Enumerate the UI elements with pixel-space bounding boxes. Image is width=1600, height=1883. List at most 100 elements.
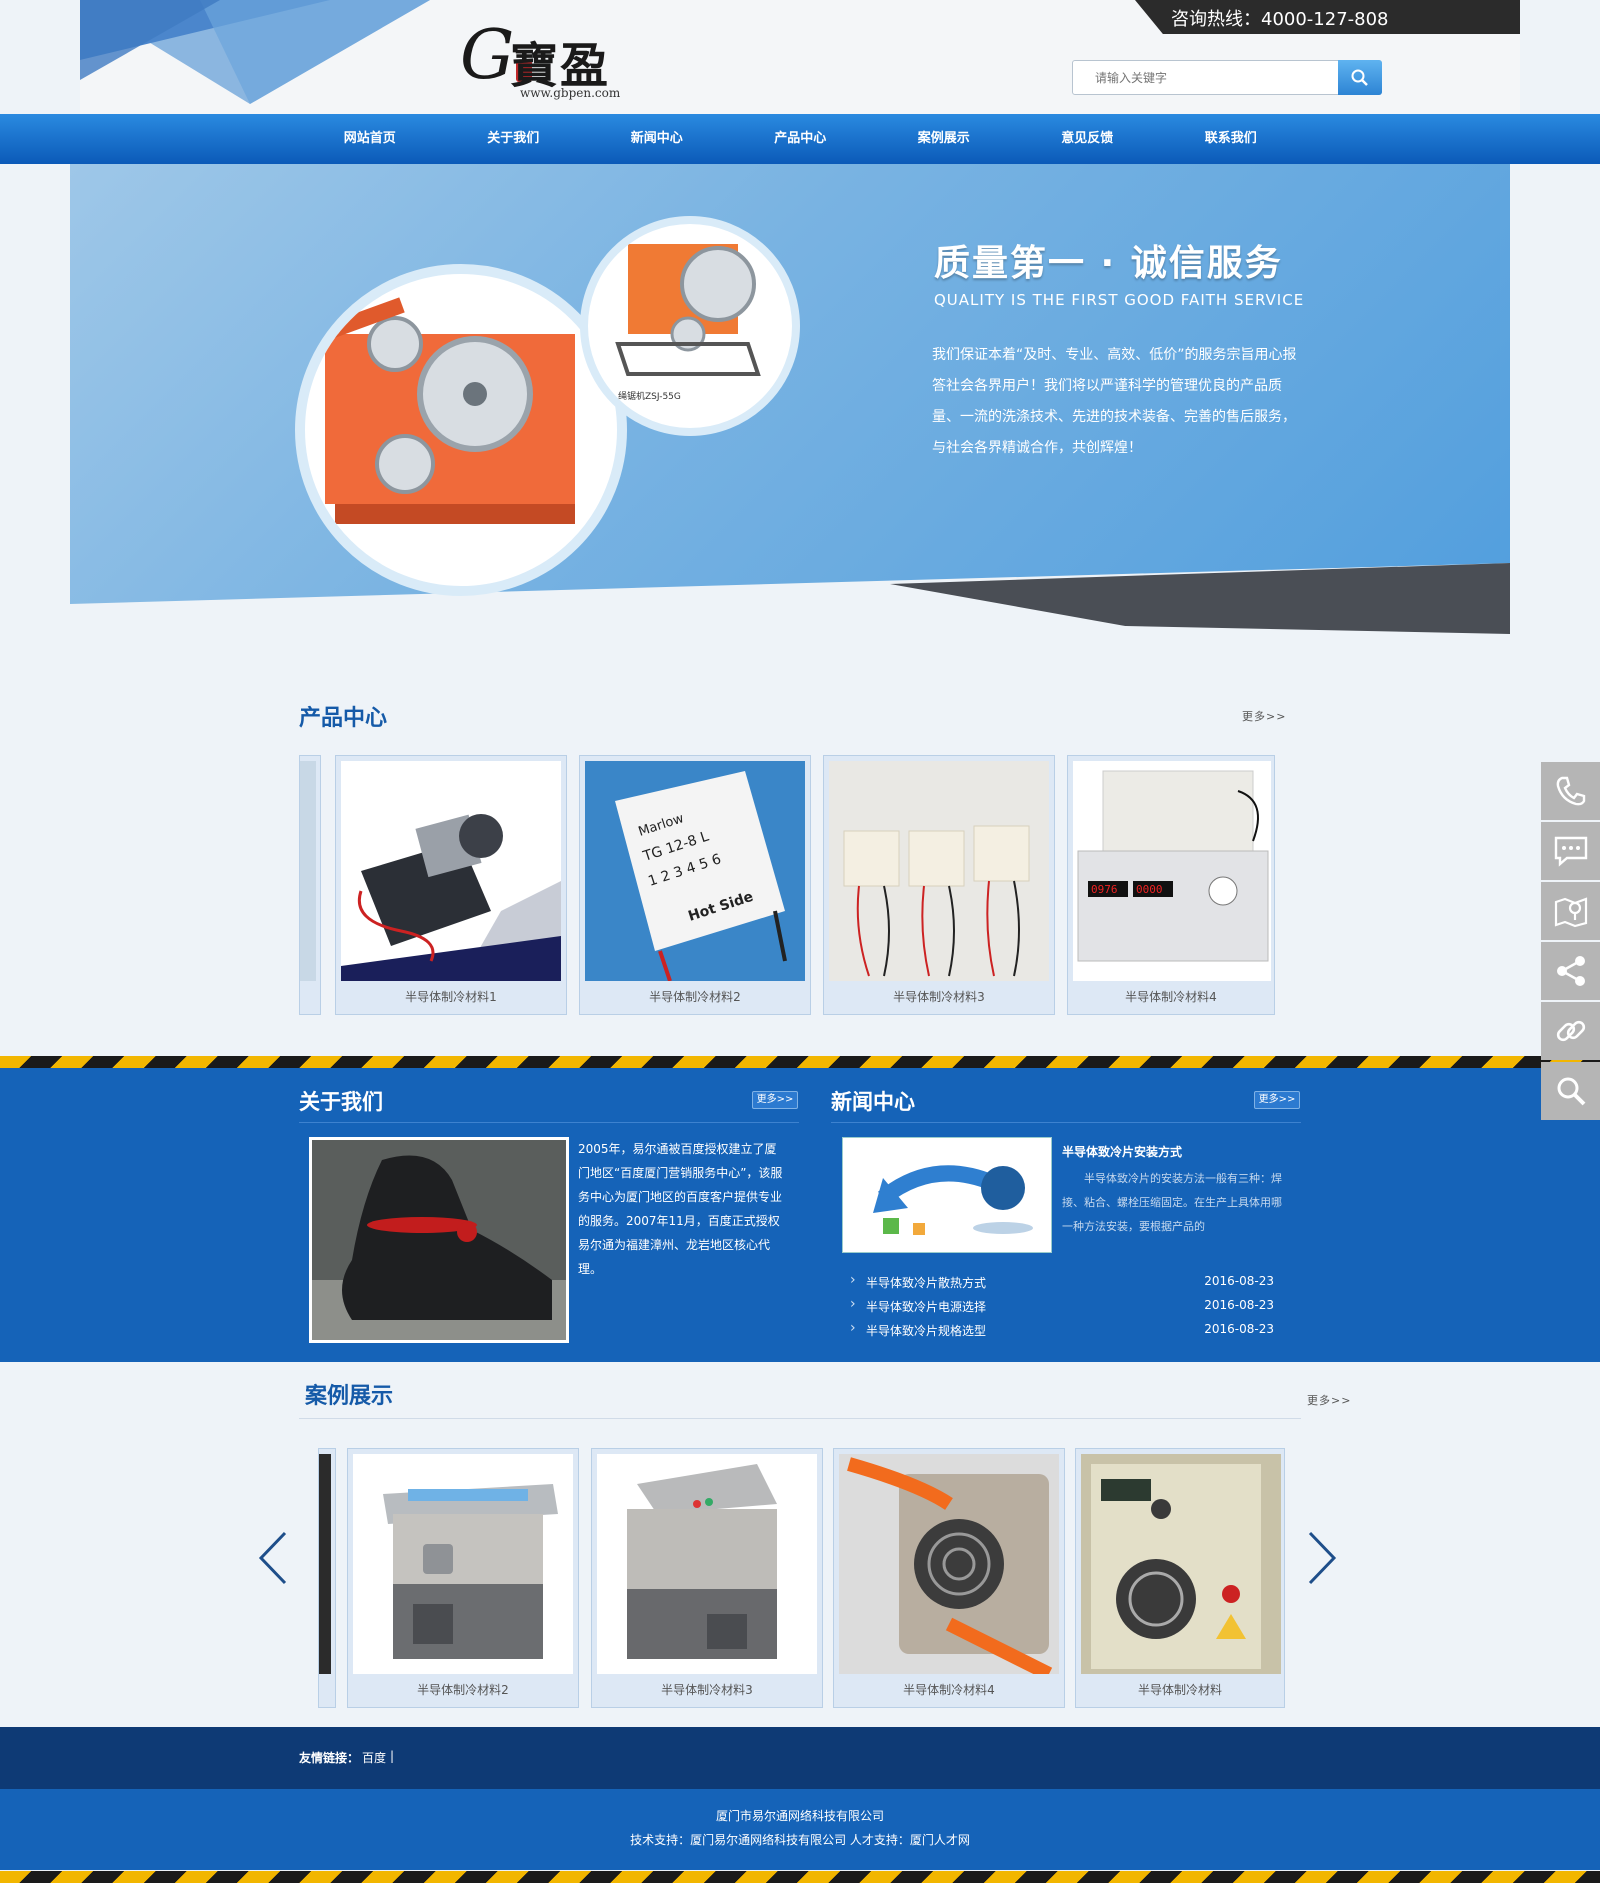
site-header: G 寶盈 www.gbpen.com 咨询热线：4000-127-808 [80, 0, 1520, 114]
link-item[interactable]: 百度 [362, 1749, 386, 1766]
svg-text:0000: 0000 [1136, 883, 1163, 896]
product-photo-large [295, 264, 627, 596]
footer-company: 厦门市易尔通网络科技有限公司 [715, 1809, 884, 1823]
logo-url: www.gbpen.com [520, 86, 621, 100]
divider [299, 1418, 1301, 1419]
side-message-button[interactable] [1541, 822, 1600, 880]
news-item[interactable]: 半导体致冷片散热方式 2016-08-23 [850, 1272, 1274, 1298]
banner-description: 我们保证本着“及时、专业、高效、低价”的服务宗旨用心报答社会各界用户！我们将以严… [932, 347, 1297, 456]
product-caption: 半导体制冷材料1 [405, 990, 497, 1004]
case-caption: 半导体制冷材料2 [417, 1683, 509, 1697]
news-item-date: 2016-08-23 [1204, 1322, 1274, 1336]
search-icon [1557, 1077, 1585, 1106]
svg-text:0976: 0976 [1091, 883, 1118, 896]
news-item-title: 半导体致冷片散热方式 [866, 1276, 987, 1290]
search-button[interactable] [1338, 60, 1382, 95]
product-caption: 半导体制冷材料4 [1125, 990, 1217, 1004]
case-image [1081, 1454, 1281, 1674]
news-item-title: 半导体致冷片电源选择 [866, 1300, 987, 1314]
carousel-prev-arrow[interactable] [255, 1528, 295, 1588]
about-news-band: 关于我们 更多>> 新闻中心 更多>> [0, 1068, 1600, 1362]
map-icon [1554, 897, 1587, 928]
share-icon [1556, 956, 1585, 986]
side-toolbar [1541, 762, 1600, 1122]
search-box [1072, 60, 1382, 95]
news-image[interactable] [842, 1137, 1052, 1253]
product-caption: 半导体制冷材料2 [649, 990, 741, 1004]
hazard-stripe [0, 1056, 1600, 1068]
side-link-button[interactable] [1541, 1002, 1600, 1060]
nav-about[interactable]: 关于我们 [442, 114, 586, 164]
case-card-partial [318, 1448, 336, 1708]
product-caption: 半导体制冷材料3 [893, 990, 985, 1004]
case-caption: 半导体制冷材料4 [903, 1683, 995, 1697]
hotline: 咨询热线：4000-127-808 [1135, 0, 1520, 34]
news-headline[interactable]: 半导体致冷片安装方式 [1062, 1143, 1182, 1160]
side-map-button[interactable] [1541, 882, 1600, 940]
news-item-date: 2016-08-23 [1204, 1274, 1274, 1288]
message-icon [1554, 836, 1587, 867]
site-footer: 厦门市易尔通网络科技有限公司 技术支持：厦门易尔通网络科技有限公司 人才支持：厦… [0, 1789, 1600, 1870]
footer-support: 技术支持：厦门易尔通网络科技有限公司 人才支持：厦门人才网 [630, 1833, 970, 1847]
product-card[interactable]: 0976 0000 半导体制冷材料4 [1067, 755, 1275, 1015]
side-phone-button[interactable] [1541, 762, 1600, 820]
nav-cases[interactable]: 案例展示 [872, 114, 1016, 164]
side-search-button[interactable] [1541, 1062, 1600, 1120]
cases-title: 案例展示 [305, 1384, 394, 1409]
case-image [597, 1454, 817, 1674]
about-title: 关于我们 [299, 1090, 383, 1114]
nav-contact[interactable]: 联系我们 [1159, 114, 1303, 164]
product-image: 0976 0000 [1073, 761, 1271, 981]
case-image [353, 1454, 573, 1674]
nav-feedback[interactable]: 意见反馈 [1016, 114, 1160, 164]
product-card-partial [299, 755, 321, 1015]
product-card[interactable]: 半导体制冷材料1 [335, 755, 567, 1015]
nav-products[interactable]: 产品中心 [729, 114, 873, 164]
cases-more-link[interactable]: 更多>> [1307, 1392, 1351, 1408]
search-icon [1351, 69, 1368, 86]
site-logo[interactable]: G 寶盈 www.gbpen.com [460, 16, 710, 106]
news-summary: 半导体致冷片的安装方法一般有三种：焊接、粘合、螺栓压缩固定。在生产上具体用哪一种… [1062, 1172, 1282, 1233]
news-title: 新闻中心 [831, 1090, 915, 1114]
hazard-stripe [0, 1871, 1600, 1883]
nav-news[interactable]: 新闻中心 [585, 114, 729, 164]
case-card[interactable]: 半导体制冷材料4 [833, 1448, 1065, 1708]
news-more-button[interactable]: 更多>> [1254, 1091, 1300, 1109]
about-image [309, 1137, 569, 1343]
case-card[interactable]: 半导体制冷材料2 [347, 1448, 579, 1708]
about-text: 2005年，易尔通被百度授权建立了厦门地区“百度厦门营销服务中心”，该服务中心为… [578, 1142, 783, 1276]
nav-home[interactable]: 网站首页 [298, 114, 442, 164]
friendly-links-bar: 友情链接： 百度 | [0, 1727, 1600, 1789]
product-image: Marlow TG 12-8 L 1 2 3 4 5 6 Hot Side [585, 761, 805, 981]
news-item-title: 半导体致冷片规格选型 [866, 1324, 987, 1338]
link-icon [1556, 1020, 1585, 1042]
side-share-button[interactable] [1541, 942, 1600, 1000]
products-more-link[interactable]: 更多>> [1242, 708, 1286, 724]
links-label: 友情链接： [299, 1751, 360, 1765]
product-image [829, 761, 1049, 981]
case-caption: 半导体制冷材料 [1137, 1683, 1222, 1697]
phone-icon [1556, 776, 1585, 806]
product-card[interactable]: 半导体制冷材料3 [823, 755, 1055, 1015]
banner-slogan-en: QUALITY IS THE FIRST GOOD FAITH SERVICE [934, 291, 1305, 309]
news-list: 半导体致冷片散热方式 2016-08-23 半导体致冷片电源选择 2016-08-2… [850, 1272, 1274, 1346]
main-nav: 网站首页 关于我们 新闻中心 产品中心 案例展示 意见反馈 联系我们 [0, 114, 1600, 164]
news-item[interactable]: 半导体致冷片电源选择 2016-08-23 [850, 1296, 1274, 1322]
hero-banner[interactable]: 绳锯机ZSJ-55G 质量第一 · 诚信服务 QUALITY IS THE FI… [70, 164, 1510, 683]
product-photo-small: 绳锯机ZSJ-55G [580, 216, 800, 436]
news-item[interactable]: 半导体致冷片规格选型 2016-08-23 [850, 1320, 1274, 1346]
case-card[interactable]: 半导体制冷材料3 [591, 1448, 823, 1708]
divider [299, 1122, 799, 1123]
logo-letter: G [460, 16, 515, 95]
about-more-button[interactable]: 更多>> [752, 1091, 798, 1109]
banner-slogan: 质量第一 · 诚信服务 [934, 243, 1283, 284]
machine-label: 绳锯机ZSJ-55G [618, 390, 681, 402]
search-input[interactable] [1073, 61, 1338, 94]
case-image [839, 1454, 1059, 1674]
news-item-date: 2016-08-23 [1204, 1298, 1274, 1312]
case-card[interactable]: 半导体制冷材料 [1075, 1448, 1285, 1708]
link-separator: | [390, 1749, 395, 1763]
product-image [341, 761, 561, 981]
carousel-next-arrow[interactable] [1300, 1528, 1340, 1588]
product-card[interactable]: Marlow TG 12-8 L 1 2 3 4 5 6 Hot Side 半导… [579, 755, 811, 1015]
